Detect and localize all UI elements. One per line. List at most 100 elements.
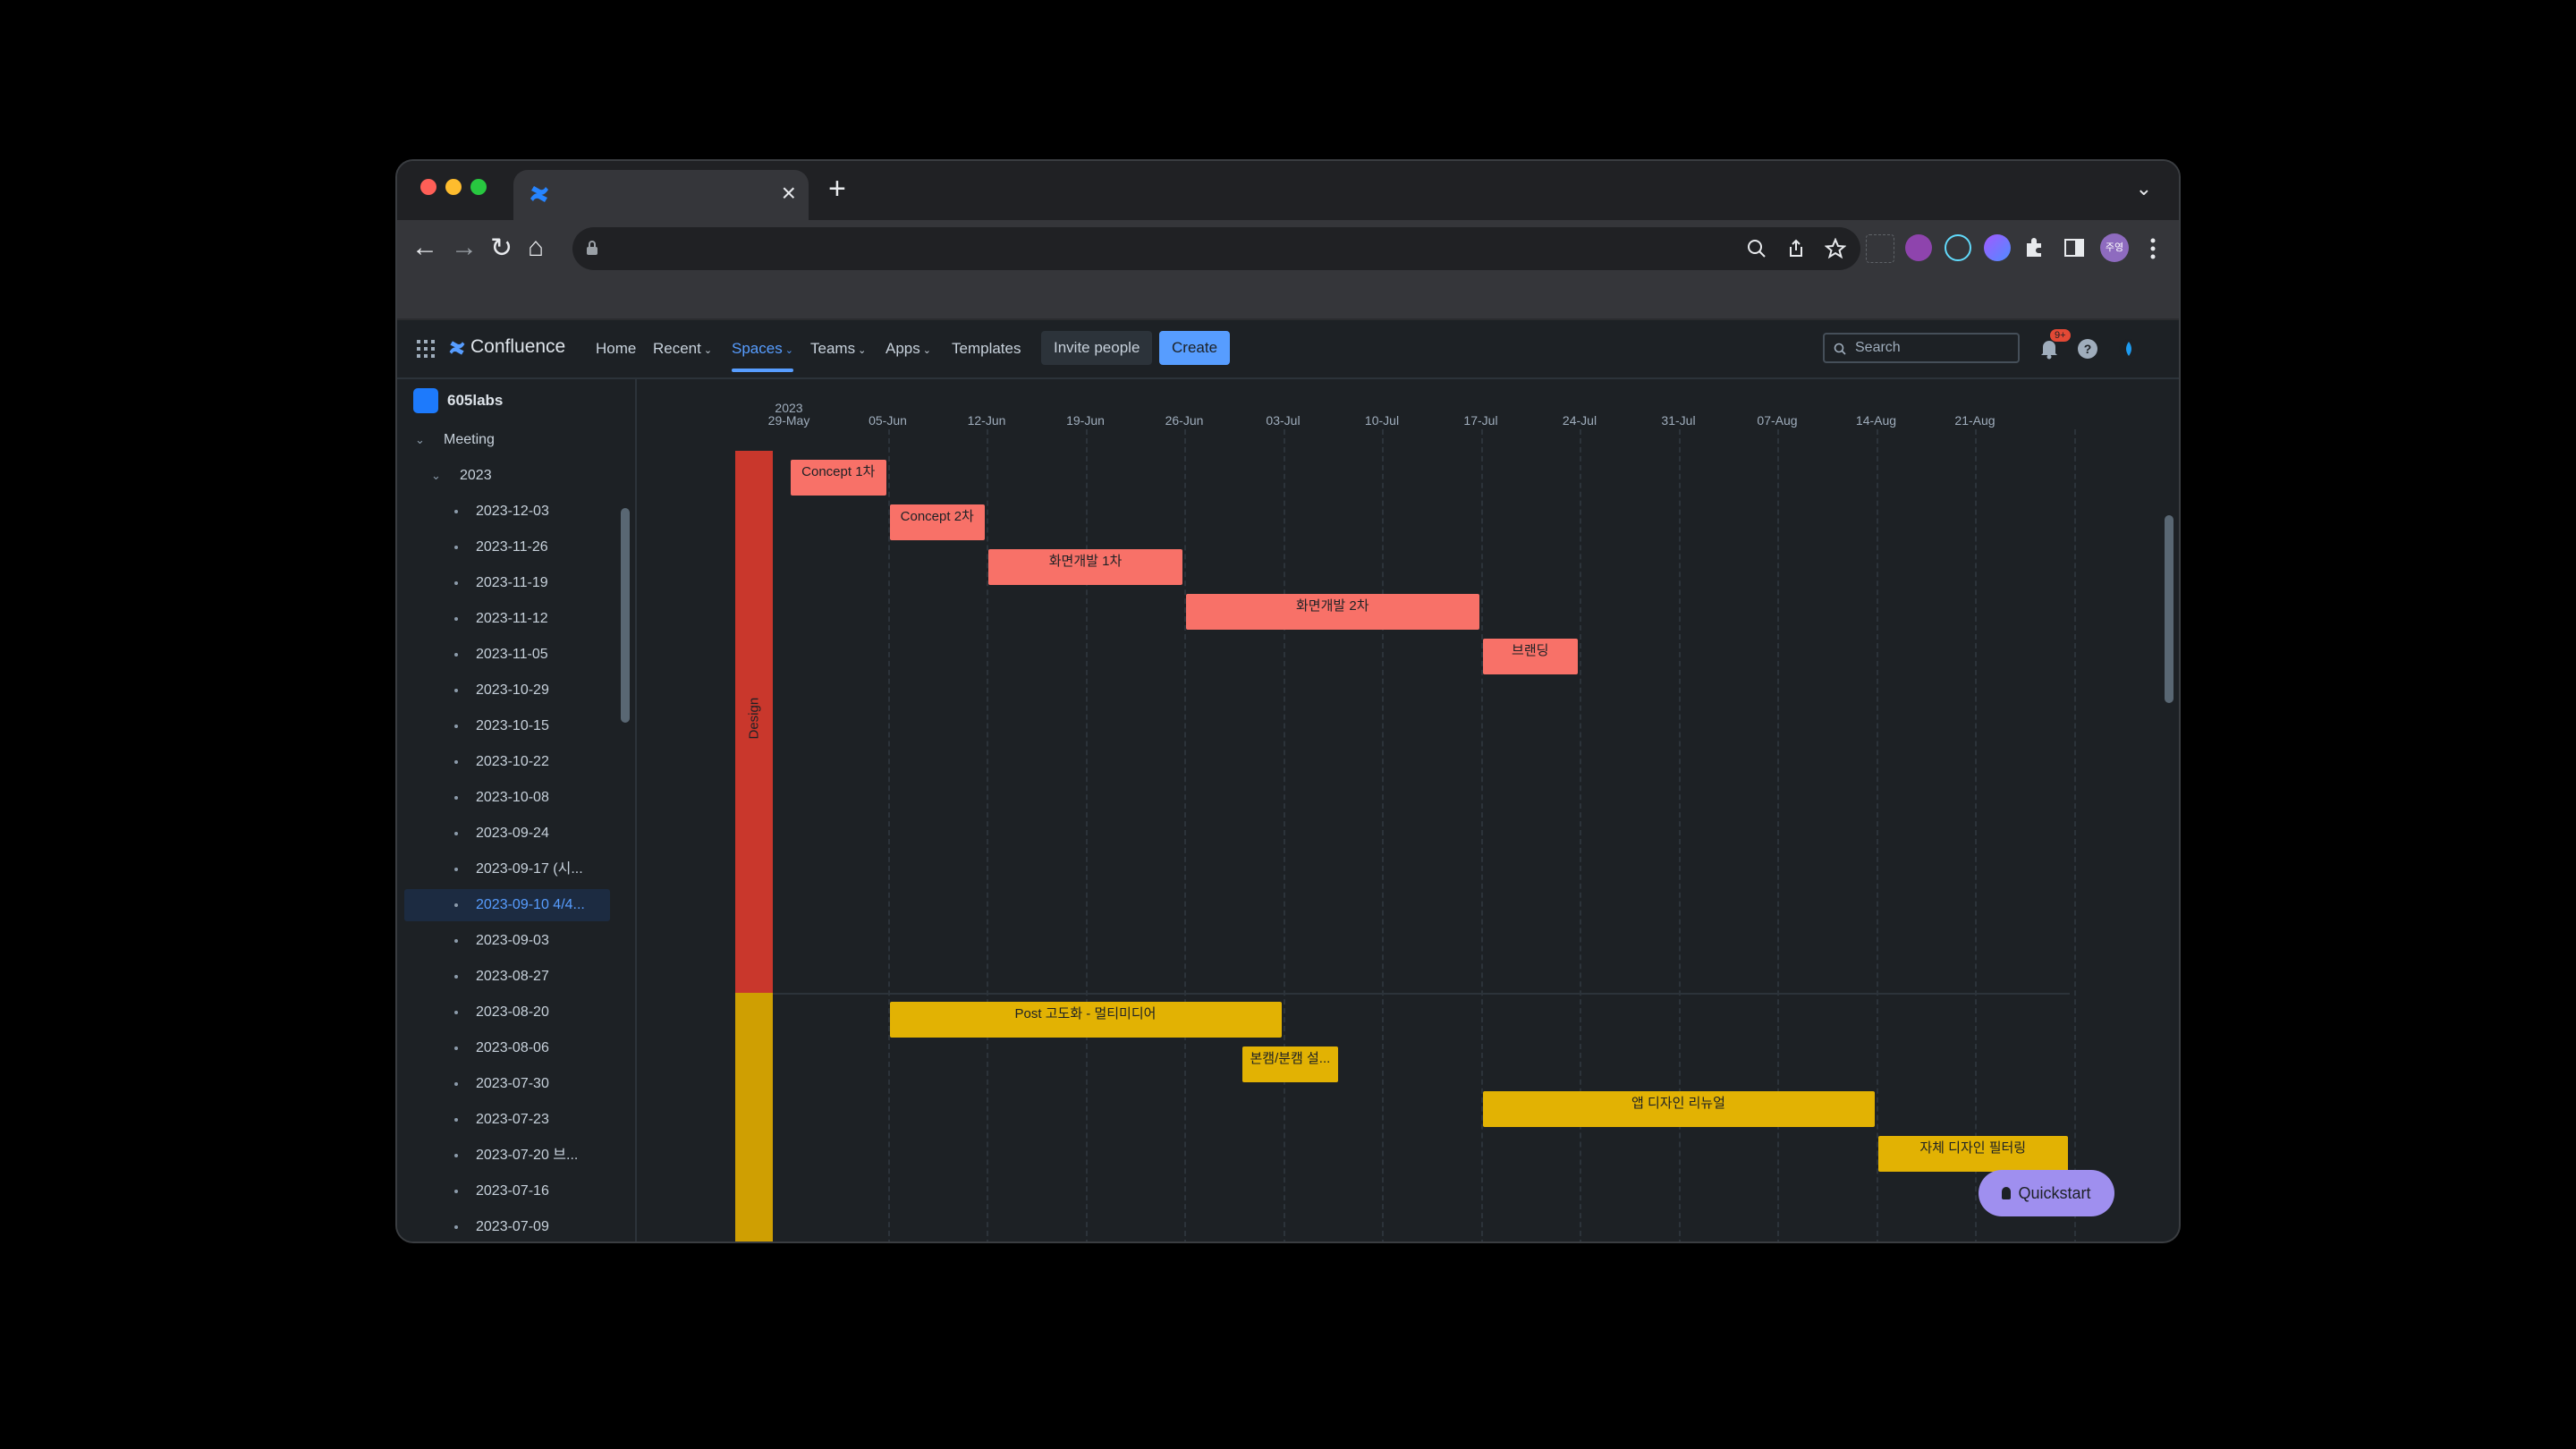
tree-item-page[interactable]: 2023-07-09	[404, 1211, 610, 1241]
bullet-icon	[454, 724, 458, 728]
tree-item-meeting[interactable]: ⌄ Meeting	[404, 424, 619, 456]
back-button[interactable]: ←	[411, 233, 438, 263]
side-panel-icon[interactable]	[2063, 236, 2086, 259]
tree-item-page[interactable]: 2023-11-19	[404, 567, 610, 599]
svg-text:?: ?	[2084, 342, 2092, 356]
nav-recent-label: Recent	[653, 340, 701, 357]
tree-item-page[interactable]: 2023-10-29	[404, 674, 610, 707]
tree-item-page[interactable]: 2023-08-20	[404, 996, 610, 1029]
timeline-bar[interactable]: 브랜딩	[1482, 639, 1578, 674]
forward-button[interactable]: →	[451, 233, 478, 263]
tree-item-page[interactable]: 2023-07-20 브...	[404, 1140, 610, 1172]
address-bar[interactable]	[572, 227, 1860, 270]
week-gridline	[1283, 429, 1285, 1241]
bookmark-bar	[397, 279, 2179, 320]
tree-item-page[interactable]: 2023-07-16	[404, 1175, 610, 1208]
tab-close-icon[interactable]: ×	[782, 179, 796, 208]
timeline-bar[interactable]: 자체 디자인 필터링	[1877, 1136, 2068, 1172]
nav-spaces[interactable]: Spaces ⌄	[732, 340, 793, 372]
tree-item-label: 2023-11-19	[476, 575, 548, 590]
timeline-bar[interactable]: 앱 디자인 리뉴얼	[1482, 1091, 1875, 1127]
tree-item-2023[interactable]: ⌄ 2023	[404, 460, 619, 492]
tree-item-label: 2023-10-29	[476, 682, 549, 698]
browser-tab[interactable]: ×	[513, 170, 809, 220]
bullet-icon	[454, 760, 458, 764]
close-window-button[interactable]	[420, 179, 436, 195]
bullet-icon	[454, 653, 458, 657]
create-button[interactable]: Create	[1159, 331, 1231, 365]
extension-1-icon[interactable]	[1905, 234, 1932, 261]
tree-item-page[interactable]: 2023-09-10 4/4...	[404, 889, 610, 921]
chevron-down-icon[interactable]: ⌄	[415, 424, 425, 456]
nav-recent[interactable]: Recent ⌄	[653, 340, 712, 358]
week-column-label: 03-Jul	[1266, 413, 1301, 428]
maximize-window-button[interactable]	[470, 179, 487, 195]
react-devtools-icon[interactable]	[1945, 234, 1971, 261]
zoom-icon[interactable]	[1746, 238, 1767, 259]
screen-capture-icon[interactable]	[1866, 234, 1894, 263]
extension-3-icon[interactable]	[1984, 234, 2011, 261]
tree-item-page[interactable]: 2023-11-26	[404, 531, 610, 564]
tree-item-page[interactable]: 2023-09-03	[404, 925, 610, 957]
timeline-bar[interactable]: 화면개발 2차	[1186, 594, 1479, 630]
tree-item-page[interactable]: 2023-09-24	[404, 818, 610, 850]
quickstart-button[interactable]: Quickstart	[1979, 1170, 2114, 1216]
invite-people-button[interactable]: Invite people	[1041, 331, 1153, 365]
tree-item-label: 2023-07-23	[476, 1112, 549, 1127]
profile-avatar[interactable]: 주영	[2100, 233, 2129, 262]
nav-apps[interactable]: Apps ⌄	[886, 340, 931, 358]
timeline-group-band[interactable]: Design	[735, 451, 773, 993]
bookmark-star-icon[interactable]	[1825, 238, 1846, 259]
confluence-logo-text[interactable]: Confluence	[470, 336, 565, 358]
extensions-puzzle-icon[interactable]	[2023, 236, 2046, 259]
tree-item-page[interactable]: 2023-10-15	[404, 710, 610, 742]
tree-item-page[interactable]: 2023-08-06	[404, 1032, 610, 1064]
lightbulb-icon	[2002, 1187, 2012, 1199]
timeline-bar[interactable]: 화면개발 1차	[988, 549, 1182, 585]
tree-item-page[interactable]: 2023-10-22	[404, 746, 610, 778]
tree-item-page[interactable]: 2023-07-30	[404, 1068, 610, 1100]
timeline-group-band[interactable]	[735, 993, 773, 1241]
tree-item-page[interactable]: 2023-11-05	[404, 639, 610, 671]
confluence-header: Confluence Home Recent ⌄ Spaces ⌄ Teams ⌄ A…	[397, 320, 2179, 379]
user-avatar[interactable]	[2118, 338, 2140, 360]
tree-item-page[interactable]: 2023-12-03	[404, 496, 610, 528]
week-column-label: 17-Jul	[1463, 413, 1498, 428]
browser-menu-icon[interactable]	[2148, 236, 2157, 261]
timeline-bar[interactable]: 본캠/분캠 설...	[1242, 1046, 1338, 1082]
week-column-label: 21-Aug	[1954, 413, 1996, 428]
nav-templates[interactable]: Templates	[952, 340, 1021, 358]
tree-item-label: 2023-07-30	[476, 1076, 549, 1091]
nav-teams[interactable]: Teams ⌄	[810, 340, 866, 358]
tree-item-page[interactable]: 2023-11-12	[404, 603, 610, 635]
minimize-window-button[interactable]	[445, 179, 462, 195]
help-icon[interactable]: ?	[2077, 338, 2098, 360]
search-icon	[1834, 343, 1846, 355]
week-gridline	[887, 429, 890, 1241]
tree-item-page[interactable]: 2023-10-08	[404, 782, 610, 814]
space-icon[interactable]	[413, 388, 438, 413]
tree-item-label: 2023-07-20 브...	[476, 1148, 579, 1163]
tree-item-page[interactable]: 2023-08-27	[404, 961, 610, 993]
week-column-label: 12-Jun	[967, 413, 1006, 428]
tree-item-page[interactable]: 2023-07-23	[404, 1104, 610, 1136]
confluence-logo-icon[interactable]	[447, 338, 467, 358]
tree-item-page[interactable]: 2023-09-17 (시...	[404, 853, 610, 886]
timeline-bar[interactable]: Concept 1차	[791, 460, 886, 496]
home-button[interactable]: ⌂	[528, 233, 544, 263]
sidebar-scrollbar[interactable]	[621, 508, 630, 723]
nav-spaces-label: Spaces	[732, 340, 783, 357]
new-tab-button[interactable]: +	[828, 172, 846, 207]
tab-search-chevron-icon[interactable]: ⌄	[2136, 177, 2152, 200]
share-icon[interactable]	[1785, 238, 1807, 259]
app-switcher-icon[interactable]	[417, 340, 435, 358]
timeline-bar[interactable]: Post 고도화 - 멀티미디어	[889, 1002, 1282, 1038]
reload-button[interactable]: ↻	[490, 233, 513, 264]
nav-home[interactable]: Home	[596, 340, 636, 358]
search-input[interactable]: Search	[1823, 333, 2020, 363]
timeline-bar[interactable]: Concept 2차	[889, 504, 985, 540]
chevron-down-icon[interactable]: ⌄	[431, 460, 441, 492]
nav-apps-label: Apps	[886, 340, 920, 357]
page-scrollbar[interactable]	[2165, 515, 2174, 703]
space-name[interactable]: 605labs	[447, 392, 503, 410]
